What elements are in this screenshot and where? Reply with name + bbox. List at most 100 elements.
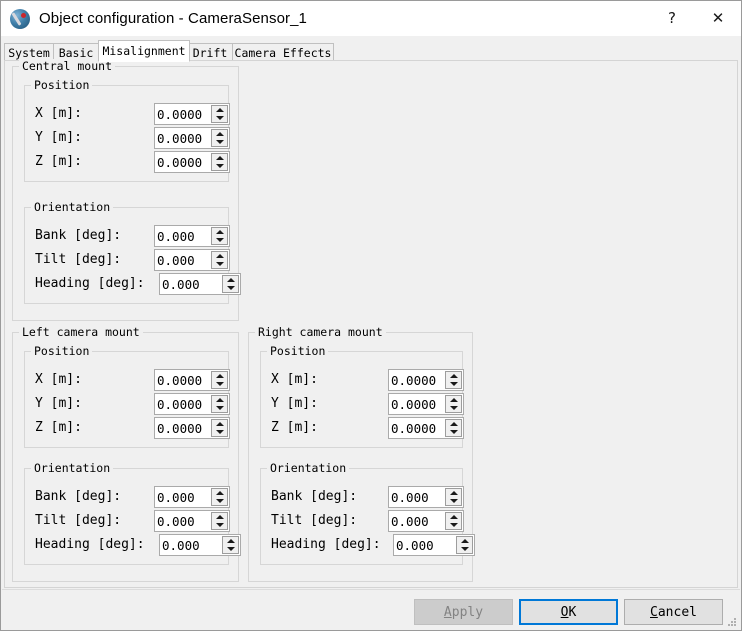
spinner-buttons[interactable] <box>211 153 228 171</box>
field-label: Heading [deg]: <box>35 276 145 291</box>
apply-button[interactable]: Apply <box>414 599 513 625</box>
spinner-buttons[interactable] <box>445 488 462 506</box>
spinner-up-icon[interactable] <box>212 130 227 138</box>
spinner-buttons[interactable] <box>211 251 228 269</box>
spinner-buttons[interactable] <box>445 419 462 437</box>
spinner-down-icon[interactable] <box>212 380 227 388</box>
spinbox-central-position-x[interactable]: 0.0000 <box>154 103 230 125</box>
spinner-buttons[interactable] <box>445 371 462 389</box>
spinner-buttons[interactable] <box>211 371 228 389</box>
spinner-buttons[interactable] <box>211 512 228 530</box>
spinner-up-icon[interactable] <box>223 276 238 284</box>
spinner-up-icon[interactable] <box>212 513 227 521</box>
spinner-up-icon[interactable] <box>446 396 461 404</box>
spinbox-central-orientation-bank[interactable]: 0.000 <box>154 225 230 247</box>
spinner-down-icon[interactable] <box>212 138 227 146</box>
spinner-up-icon[interactable] <box>446 513 461 521</box>
spinbox-value[interactable]: 0.0000 <box>155 152 211 172</box>
spinbox-right-orientation-bank[interactable]: 0.000 <box>388 486 464 508</box>
spinbox-value[interactable]: 0.0000 <box>155 418 211 438</box>
spinner-up-icon[interactable] <box>223 537 238 545</box>
spinner-down-icon[interactable] <box>212 497 227 505</box>
spinbox-value[interactable]: 0.0000 <box>155 370 211 390</box>
spinner-buttons[interactable] <box>456 536 473 554</box>
spinbox-value[interactable]: 0.000 <box>155 226 211 246</box>
spinbox-left-orientation-tilt[interactable]: 0.000 <box>154 510 230 532</box>
tab-misalignment[interactable]: Misalignment <box>98 40 190 62</box>
spinner-down-icon[interactable] <box>223 545 238 553</box>
spinner-down-icon[interactable] <box>446 380 461 388</box>
spinner-up-icon[interactable] <box>212 228 227 236</box>
spinner-down-icon[interactable] <box>457 545 472 553</box>
spinner-down-icon[interactable] <box>212 114 227 122</box>
cancel-button[interactable]: Cancel <box>624 599 723 625</box>
spinbox-right-position-x[interactable]: 0.0000 <box>388 369 464 391</box>
spinner-down-icon[interactable] <box>212 404 227 412</box>
ok-button[interactable]: OK <box>519 599 618 625</box>
spinbox-right-orientation-heading[interactable]: 0.000 <box>393 534 475 556</box>
spinner-down-icon[interactable] <box>212 428 227 436</box>
spinner-down-icon[interactable] <box>212 260 227 268</box>
spinner-buttons[interactable] <box>222 275 239 293</box>
spinbox-value[interactable]: 0.000 <box>155 487 211 507</box>
spinner-down-icon[interactable] <box>446 428 461 436</box>
spinbox-left-position-z[interactable]: 0.0000 <box>154 417 230 439</box>
spinbox-value[interactable]: 0.000 <box>394 535 456 555</box>
spinner-buttons[interactable] <box>211 419 228 437</box>
spinbox-right-position-y[interactable]: 0.0000 <box>388 393 464 415</box>
spinner-up-icon[interactable] <box>212 372 227 380</box>
spinner-up-icon[interactable] <box>212 106 227 114</box>
spinbox-right-orientation-tilt[interactable]: 0.000 <box>388 510 464 532</box>
spinner-buttons[interactable] <box>211 227 228 245</box>
spinner-down-icon[interactable] <box>223 284 238 292</box>
spinbox-value[interactable]: 0.000 <box>155 250 211 270</box>
spinner-buttons[interactable] <box>211 488 228 506</box>
spinbox-value[interactable]: 0.0000 <box>155 394 211 414</box>
spinner-up-icon[interactable] <box>212 252 227 260</box>
spinner-buttons[interactable] <box>211 395 228 413</box>
spinner-buttons[interactable] <box>445 395 462 413</box>
spinner-buttons[interactable] <box>211 105 228 123</box>
spinbox-central-orientation-tilt[interactable]: 0.000 <box>154 249 230 271</box>
spinbox-left-position-x[interactable]: 0.0000 <box>154 369 230 391</box>
spinbox-central-position-z[interactable]: 0.0000 <box>154 151 230 173</box>
spinner-up-icon[interactable] <box>457 537 472 545</box>
spinbox-left-orientation-heading[interactable]: 0.000 <box>159 534 241 556</box>
spinner-buttons[interactable] <box>222 536 239 554</box>
spinner-up-icon[interactable] <box>212 154 227 162</box>
spinner-up-icon[interactable] <box>446 372 461 380</box>
close-button[interactable]: ✕ <box>695 1 741 36</box>
spinbox-value[interactable]: 0.000 <box>389 511 445 531</box>
spinbox-value[interactable]: 0.000 <box>389 487 445 507</box>
spinner-up-icon[interactable] <box>212 396 227 404</box>
spinbox-value[interactable]: 0.0000 <box>389 418 445 438</box>
tab-drift[interactable]: Drift <box>187 43 233 61</box>
spinner-down-icon[interactable] <box>446 497 461 505</box>
spinbox-value[interactable]: 0.000 <box>155 511 211 531</box>
spinner-down-icon[interactable] <box>212 162 227 170</box>
spinbox-central-orientation-heading[interactable]: 0.000 <box>159 273 241 295</box>
help-button[interactable]: ? <box>649 1 695 36</box>
spinbox-value[interactable]: 0.0000 <box>155 104 211 124</box>
resize-grip-icon[interactable] <box>727 617 737 627</box>
spinbox-value[interactable]: 0.0000 <box>389 394 445 414</box>
spinbox-left-orientation-bank[interactable]: 0.000 <box>154 486 230 508</box>
spinbox-value[interactable]: 0.0000 <box>389 370 445 390</box>
spinner-up-icon[interactable] <box>446 489 461 497</box>
spinner-up-icon[interactable] <box>446 420 461 428</box>
spinner-down-icon[interactable] <box>446 521 461 529</box>
spinbox-right-position-z[interactable]: 0.0000 <box>388 417 464 439</box>
spinner-buttons[interactable] <box>211 129 228 147</box>
tab-camera-effects[interactable]: Camera Effects <box>232 43 334 61</box>
spinner-down-icon[interactable] <box>212 236 227 244</box>
spinbox-value[interactable]: 0.000 <box>160 535 222 555</box>
spinbox-left-position-y[interactable]: 0.0000 <box>154 393 230 415</box>
spinner-down-icon[interactable] <box>446 404 461 412</box>
spinner-up-icon[interactable] <box>212 489 227 497</box>
spinbox-value[interactable]: 0.0000 <box>155 128 211 148</box>
spinner-buttons[interactable] <box>445 512 462 530</box>
spinbox-value[interactable]: 0.000 <box>160 274 222 294</box>
spinner-up-icon[interactable] <box>212 420 227 428</box>
spinner-down-icon[interactable] <box>212 521 227 529</box>
spinbox-central-position-y[interactable]: 0.0000 <box>154 127 230 149</box>
